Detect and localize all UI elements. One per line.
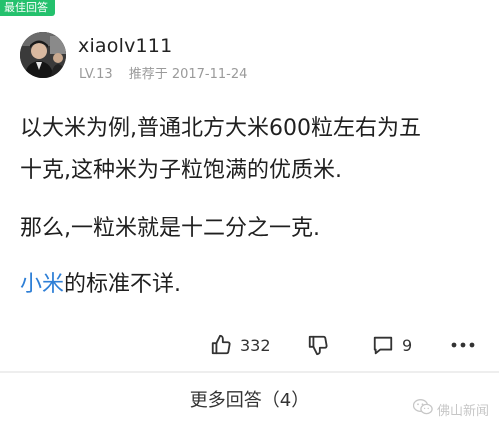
comment-icon: [372, 334, 394, 356]
divider: [0, 371, 499, 373]
more-dots-icon: [451, 341, 475, 349]
answer-line-1: 以大米为例,普通北方大米600粒左右为五: [20, 116, 421, 141]
author-name[interactable]: xiaolv111: [78, 35, 172, 57]
answer-card: 最佳回答 xiaolv111 LV.13 推荐于 2017-11-24 以大米为例…: [0, 0, 499, 430]
like-button[interactable]: 332: [210, 330, 271, 360]
action-bar: 332 9: [0, 330, 499, 360]
like-count: 332: [240, 335, 271, 355]
dislike-button[interactable]: [307, 330, 329, 360]
thumbs-down-icon: [307, 334, 329, 356]
watermark: 佛山新闻: [412, 399, 489, 419]
millet-link[interactable]: 小米: [20, 272, 64, 297]
author-meta: LV.13 推荐于 2017-11-24: [79, 63, 247, 82]
more-options-button[interactable]: [451, 330, 475, 360]
answer-line-4: 小米的标准不详.: [20, 266, 181, 298]
comment-button[interactable]: 9: [372, 330, 412, 360]
comment-count: 9: [402, 335, 413, 355]
best-answer-badge: 最佳回答: [0, 0, 55, 16]
author-level: LV.13: [79, 67, 113, 82]
answer-line-3: 那么,一粒米就是十二分之一克.: [20, 216, 320, 241]
thumbs-up-icon: [210, 334, 232, 356]
answer-line-2: 十克,这种米为子粒饱满的优质米.: [20, 158, 342, 183]
answer-line-4-text: 的标准不详.: [64, 272, 182, 297]
wechat-icon: [412, 399, 437, 419]
recommended-date: 推荐于 2017-11-24: [128, 67, 248, 82]
avatar[interactable]: [20, 32, 66, 78]
watermark-text: 佛山新闻: [436, 403, 489, 419]
